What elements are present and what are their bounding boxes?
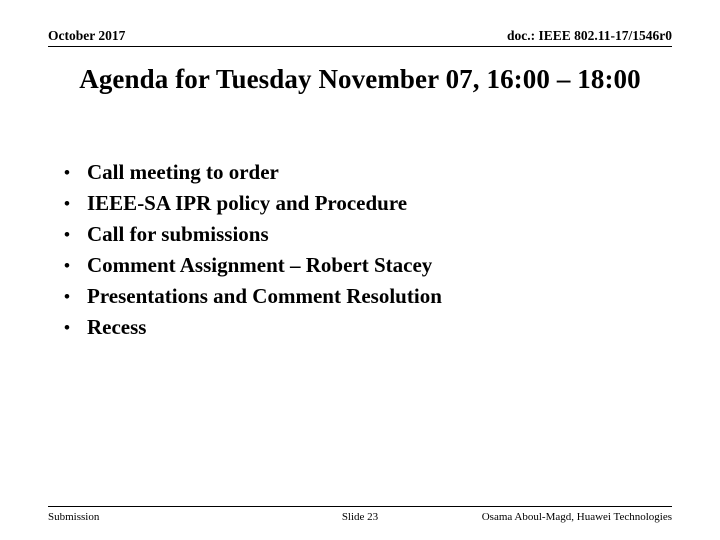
list-item: • Presentations and Comment Resolution (56, 281, 666, 312)
bullet-dot-icon: • (64, 256, 70, 275)
bullet-dot-icon: • (64, 225, 70, 244)
footer-divider (48, 506, 672, 507)
slide-title: Agenda for Tuesday November 07, 16:00 – … (79, 64, 641, 94)
bullet-dot-icon: • (64, 318, 70, 337)
list-item-label: Call meeting to order (87, 160, 279, 184)
list-item: • Call for submissions (56, 219, 666, 250)
list-item: • Call meeting to order (56, 157, 666, 188)
presentation-slide: October 2017 doc.: IEEE 802.11-17/1546r0… (0, 0, 720, 540)
list-item: • IEEE-SA IPR policy and Procedure (56, 188, 666, 219)
bullet-dot-icon: • (64, 194, 70, 213)
slide-footer: Submission Slide 23 Osama Aboul-Magd, Hu… (48, 510, 672, 524)
footer-author: Osama Aboul-Magd, Huawei Technologies (481, 511, 672, 523)
slide-header: October 2017 doc.: IEEE 802.11-17/1546r0 (48, 28, 672, 44)
header-divider (48, 46, 672, 47)
list-item-label: Presentations and Comment Resolution (87, 284, 442, 308)
list-item-label: IEEE-SA IPR policy and Procedure (87, 191, 408, 215)
header-document-id: doc.: IEEE 802.11-17/1546r0 (506, 28, 672, 43)
list-item-label: Recess (87, 315, 147, 339)
list-item-label: Call for submissions (87, 222, 269, 246)
list-item: • Recess (56, 312, 666, 343)
agenda-list: • Call meeting to order • IEEE-SA IPR po… (56, 157, 666, 343)
list-item-label: Comment Assignment – Robert Stacey (87, 253, 433, 277)
list-item: • Comment Assignment – Robert Stacey (56, 250, 666, 281)
bullet-dot-icon: • (64, 163, 70, 182)
bullet-dot-icon: • (64, 287, 70, 306)
header-date: October 2017 (48, 28, 126, 43)
